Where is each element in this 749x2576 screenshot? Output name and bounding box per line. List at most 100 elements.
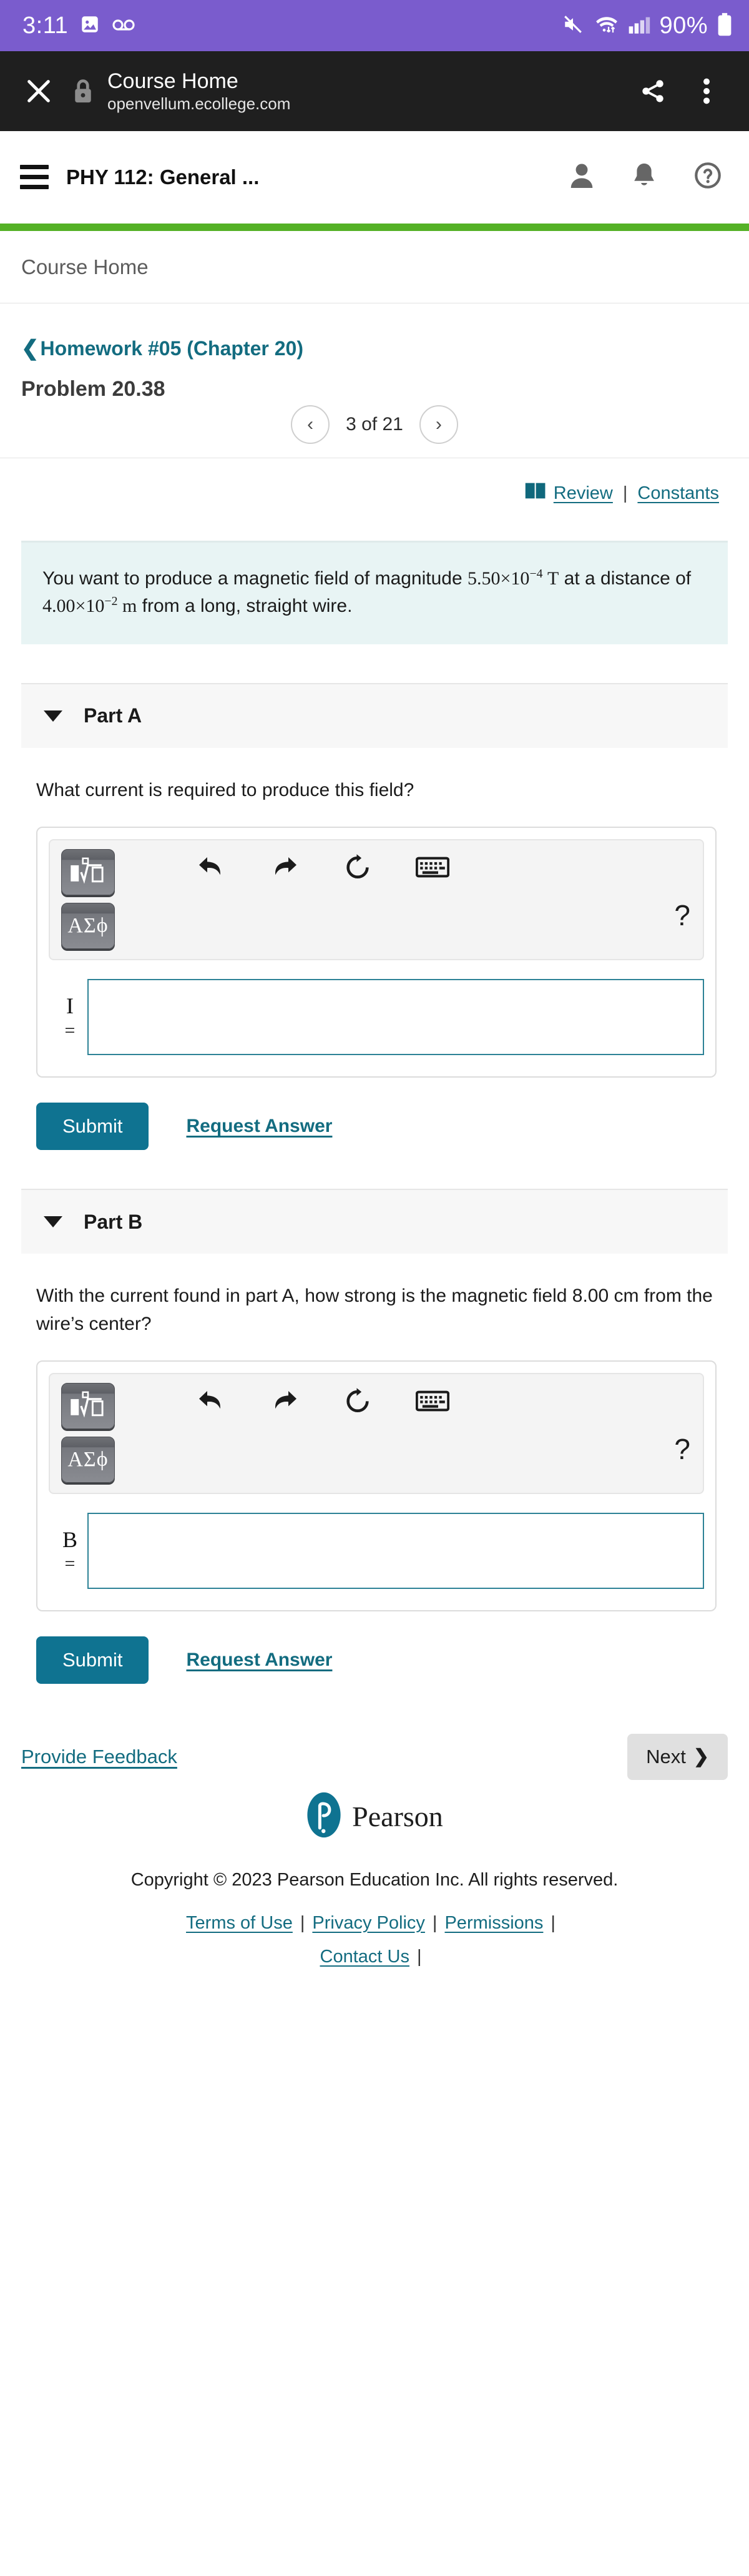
part-b-help-row: ? xyxy=(196,1418,692,1463)
undo-icon[interactable] xyxy=(196,853,226,884)
statement-text-after: from a long, straight wire. xyxy=(137,596,353,617)
part-b-equals: = xyxy=(64,1553,76,1575)
part-a-submit-button[interactable]: Submit xyxy=(36,1103,149,1151)
help-icon[interactable] xyxy=(694,162,722,192)
battery-icon xyxy=(717,12,733,39)
constants-link[interactable]: Constants xyxy=(637,483,719,504)
part-a-input-row: I = xyxy=(49,979,704,1056)
part-a-actions: Submit Request Answer xyxy=(36,1103,749,1151)
legal-separator: | xyxy=(432,1913,438,1933)
part-b-label: Part B xyxy=(84,1210,143,1233)
field-exponent: −4 xyxy=(529,567,543,581)
notifications-icon[interactable] xyxy=(632,162,657,192)
terms-of-use-link[interactable]: Terms of Use xyxy=(186,1913,293,1933)
part-a-answer-box: ΑΣϕ ? I = xyxy=(36,827,717,1078)
homework-back-link[interactable]: ❮ Homework #05 (Chapter 20) xyxy=(21,337,728,360)
privacy-policy-link[interactable]: Privacy Policy xyxy=(312,1913,425,1933)
copyright-text: Copyright © 2023 Pearson Education Inc. … xyxy=(130,1869,619,1890)
browser-title-block: Course Home openvellum.ecollege.com xyxy=(104,69,624,113)
browser-url: openvellum.ecollege.com xyxy=(107,94,291,113)
part-a-help-row: ? xyxy=(196,885,692,930)
part-a-variable-label: I = xyxy=(52,979,87,1055)
wifi-icon xyxy=(594,14,619,38)
part-b-math-toolbar: ΑΣϕ ? xyxy=(49,1372,704,1494)
app-header: PHY 112: General ... xyxy=(0,131,749,224)
part-b-input-row: B = xyxy=(49,1512,704,1589)
assignment-header: ❮ Homework #05 (Chapter 20) Problem 20.3… xyxy=(0,303,749,458)
share-icon[interactable] xyxy=(628,77,678,105)
menu-icon[interactable] xyxy=(20,165,49,189)
keyboard-icon[interactable] xyxy=(415,855,450,883)
resource-links: Review | Constants xyxy=(0,458,749,504)
redo-icon[interactable] xyxy=(270,853,300,884)
status-bar-right: 90% xyxy=(561,12,733,39)
close-icon[interactable] xyxy=(15,77,62,106)
part-b-variable-label: B = xyxy=(52,1513,87,1589)
greek-symbols-button[interactable]: ΑΣϕ xyxy=(61,903,115,950)
part-a-template-buttons: ΑΣϕ xyxy=(61,849,115,950)
pearson-mark-icon xyxy=(306,1791,342,1842)
part-b-variable: B xyxy=(62,1527,77,1553)
next-button-label: Next xyxy=(646,1745,686,1767)
book-icon xyxy=(525,482,546,504)
next-problem-button[interactable]: › xyxy=(419,405,458,444)
footer-actions: Provide Feedback Next ❯ xyxy=(0,1684,749,1780)
part-b-header[interactable]: Part B xyxy=(21,1189,728,1254)
statement-text-middle: at a distance of xyxy=(559,568,692,589)
part-a-label: Part A xyxy=(84,704,142,727)
problem-statement: You want to produce a magnetic field of … xyxy=(21,541,728,644)
legal-links: Terms of Use | Privacy Policy | Permissions |… xyxy=(0,1907,749,1974)
prev-problem-button[interactable]: ‹ xyxy=(291,405,330,444)
distance-exponent: −2 xyxy=(104,594,118,609)
help-question-icon[interactable]: ? xyxy=(674,901,690,930)
provide-feedback-link[interactable]: Provide Feedback xyxy=(21,1746,177,1768)
contact-us-link[interactable]: Contact Us xyxy=(320,1947,409,1967)
battery-percent: 90% xyxy=(659,12,708,39)
part-b-tools: ? xyxy=(115,1383,692,1483)
caret-down-icon xyxy=(44,710,62,722)
homework-label: Homework #05 (Chapter 20) xyxy=(40,337,303,360)
reset-icon[interactable] xyxy=(343,853,372,885)
field-mantissa: 5.50×10 xyxy=(468,568,530,589)
mute-icon xyxy=(561,14,585,38)
part-b-request-answer-link[interactable]: Request Answer xyxy=(186,1649,332,1671)
permissions-link[interactable]: Permissions xyxy=(444,1913,543,1933)
field-unit: T xyxy=(547,568,559,589)
part-a-answer-input[interactable] xyxy=(87,979,704,1056)
math-template-icon[interactable] xyxy=(61,849,115,896)
part-b-question: With the current found in part A, how st… xyxy=(36,1286,713,1334)
part-b-answer-box: ΑΣϕ ? B = xyxy=(36,1360,717,1611)
redo-icon[interactable] xyxy=(270,1387,300,1418)
math-template-icon[interactable] xyxy=(61,1382,115,1429)
part-b-answer-input[interactable] xyxy=(87,1512,704,1589)
legal-separator: | xyxy=(551,1913,556,1933)
keyboard-icon[interactable] xyxy=(415,1389,450,1417)
pearson-wordmark: Pearson xyxy=(352,1800,443,1832)
course-title: PHY 112: General ... xyxy=(66,165,260,189)
part-a-equals: = xyxy=(64,1020,76,1041)
chevron-right-icon: ❯ xyxy=(693,1746,709,1767)
help-question-icon[interactable]: ? xyxy=(674,1435,690,1463)
greek-symbols-button[interactable]: ΑΣϕ xyxy=(61,1436,115,1483)
status-clock: 3:11 xyxy=(22,12,69,39)
distance-mantissa: 4.00×10 xyxy=(42,596,105,617)
part-a-request-answer-link[interactable]: Request Answer xyxy=(186,1116,332,1137)
pearson-logo: Pearson xyxy=(0,1791,749,1842)
part-a-question: What current is required to produce this… xyxy=(36,779,414,800)
undo-icon[interactable] xyxy=(196,1387,226,1418)
reset-icon[interactable] xyxy=(343,1387,372,1418)
next-button[interactable]: Next ❯ xyxy=(627,1733,728,1780)
breadcrumb-label[interactable]: Course Home xyxy=(21,255,149,279)
part-b-tool-row xyxy=(196,1383,692,1418)
overflow-menu-icon[interactable] xyxy=(682,77,732,106)
part-a-header[interactable]: Part A xyxy=(21,682,728,748)
pager-label: 3 of 21 xyxy=(346,414,403,435)
course-progress-bar xyxy=(0,224,749,231)
header-icon-group xyxy=(569,162,727,192)
part-b-submit-button[interactable]: Submit xyxy=(36,1636,149,1684)
account-icon[interactable] xyxy=(569,162,594,192)
lock-icon xyxy=(66,79,100,104)
part-a-tool-row xyxy=(196,849,692,885)
problem-pager: ‹ 3 of 21 › xyxy=(21,405,728,444)
review-link[interactable]: Review xyxy=(554,483,613,504)
